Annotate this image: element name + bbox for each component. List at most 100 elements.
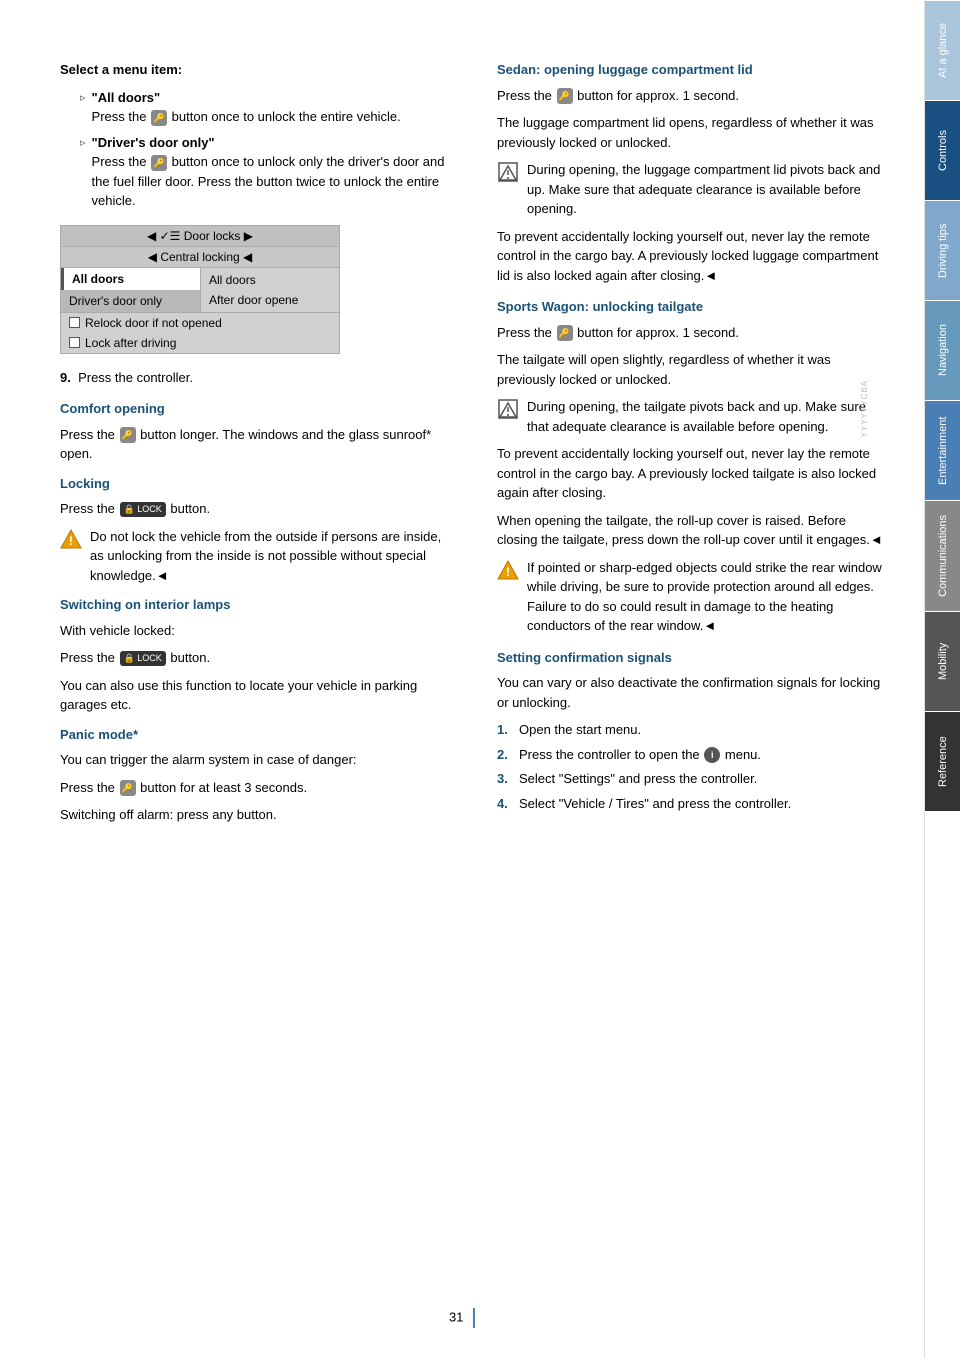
- lock-after-label: Lock after driving: [85, 336, 176, 350]
- svg-text:!: !: [506, 565, 510, 579]
- step-8-item-all-doors: ▹ "All doors" Press the 🔑 button once to…: [80, 88, 447, 127]
- menu-left-panel: All doors Driver's door only: [61, 268, 201, 312]
- arrow-icon-1: ▹: [80, 90, 86, 107]
- setting-confirmation-title: Setting confirmation signals: [497, 648, 884, 668]
- relock-checkbox[interactable]: [69, 317, 80, 328]
- menu-title-bar: ◀ ✓☰ Door locks ▶: [61, 226, 339, 247]
- key-icon-sedan: 🔑: [557, 88, 573, 104]
- right-column: Sedan: opening luggage compartment lid P…: [487, 60, 884, 833]
- step-8: Select a menu item: ▹ "All doors" Press …: [60, 60, 447, 211]
- key-icon-panic: 🔑: [120, 780, 136, 796]
- conf-step-4-num: 4.: [497, 794, 513, 814]
- menu-item-all-doors[interactable]: All doors: [61, 268, 200, 290]
- relock-label: Relock door if not opened: [85, 316, 222, 330]
- drivers-door-label: "Driver's door only": [92, 135, 215, 150]
- sports-wagon-title: Sports Wagon: unlocking tailgate: [497, 297, 884, 317]
- sedan-line3: To prevent accidentally locking yourself…: [497, 227, 884, 286]
- lock-icon-locking: 🔒 LOCK: [120, 502, 166, 518]
- sports-wagon-warning-text: If pointed or sharp-edged objects could …: [527, 558, 884, 636]
- setting-confirmation-steps: 1. Open the start menu. 2. Press the con…: [497, 720, 884, 813]
- warning-triangle-icon: !: [60, 528, 82, 550]
- step-9: 9. Press the controller.: [60, 368, 447, 388]
- conf-step-1-num: 1.: [497, 720, 513, 740]
- sidebar-tab-at-a-glance[interactable]: At a glance: [925, 0, 960, 100]
- sedan-note: During opening, the luggage compartment …: [497, 160, 884, 219]
- comfort-opening-title: Comfort opening: [60, 399, 447, 419]
- sidebar-tab-navigation[interactable]: Navigation: [925, 300, 960, 400]
- conf-step-2-text: Press the controller to open the i menu.: [519, 745, 761, 765]
- sidebar-tab-communications[interactable]: Communications: [925, 500, 960, 611]
- interior-lamps-title: Switching on interior lamps: [60, 595, 447, 615]
- locking-text: Press the 🔒 LOCK button.: [60, 499, 447, 519]
- conf-step-3: 3. Select "Settings" and press the contr…: [497, 769, 884, 789]
- menu-subtitle-bar: ◀ Central locking ◀: [61, 247, 339, 268]
- sidebar-tab-reference[interactable]: Reference: [925, 711, 960, 811]
- all-doors-label: "All doors": [92, 90, 161, 105]
- panic-mode-intro: You can trigger the alarm system in case…: [60, 750, 447, 770]
- step-8-item-drivers-door: ▹ "Driver's door only" Press the 🔑 butto…: [80, 133, 447, 211]
- locking-warning: ! Do not lock the vehicle from the outsi…: [60, 527, 447, 586]
- conf-step-4-text: Select "Vehicle / Tires" and press the c…: [519, 794, 791, 814]
- sports-wagon-section: Sports Wagon: unlocking tailgate Press t…: [497, 297, 884, 636]
- sedan-note-text: During opening, the luggage compartment …: [527, 160, 884, 219]
- sidebar: At a glance Controls Driving tips Naviga…: [924, 0, 960, 1358]
- step-8-item-all-doors-text: "All doors" Press the 🔑 button once to u…: [92, 88, 401, 127]
- locking-warning-text: Do not lock the vehicle from the outside…: [90, 527, 447, 586]
- info-triangle-icon-sedan: [497, 161, 519, 183]
- sports-wagon-line3: To prevent accidentally locking yourself…: [497, 444, 884, 503]
- lock-icon-interior: 🔒 LOCK: [120, 651, 166, 667]
- sedan-line1: Press the 🔑 button for approx. 1 second.: [497, 86, 884, 106]
- sidebar-tab-driving-tips[interactable]: Driving tips: [925, 200, 960, 300]
- panic-mode-step2: Switching off alarm: press any button.: [60, 805, 447, 825]
- sports-wagon-note: During opening, the tailgate pivots back…: [497, 397, 884, 436]
- menu-right-after-door: After door opene: [201, 290, 339, 310]
- comfort-opening-section: Comfort opening Press the 🔑 button longe…: [60, 399, 447, 464]
- sidebar-tab-mobility[interactable]: Mobility: [925, 611, 960, 711]
- step-8-number: Select a menu item:: [60, 62, 182, 77]
- setting-confirmation-section: Setting confirmation signals You can var…: [497, 648, 884, 814]
- menu-right-all-doors: All doors: [201, 270, 339, 290]
- conf-step-1: 1. Open the start menu.: [497, 720, 884, 740]
- locking-title: Locking: [60, 474, 447, 494]
- conf-step-3-num: 3.: [497, 769, 513, 789]
- sports-wagon-line4: When opening the tailgate, the roll-up c…: [497, 511, 884, 550]
- conf-step-3-text: Select "Settings" and press the controll…: [519, 769, 757, 789]
- setting-confirmation-intro: You can vary or also deactivate the conf…: [497, 673, 884, 712]
- sports-wagon-warning: ! If pointed or sharp-edged objects coul…: [497, 558, 884, 636]
- left-column: Select a menu item: ▹ "All doors" Press …: [60, 60, 457, 833]
- page-num-line: [473, 1308, 475, 1328]
- panic-mode-step1: Press the 🔑 button for at least 3 second…: [60, 778, 447, 798]
- menu-right-panel: All doors After door opene: [201, 268, 339, 312]
- arrow-icon-2: ▹: [80, 135, 86, 152]
- conf-step-2: 2. Press the controller to open the i me…: [497, 745, 884, 765]
- conf-step-4: 4. Select "Vehicle / Tires" and press th…: [497, 794, 884, 814]
- svg-text:!: !: [69, 534, 73, 548]
- lock-after-checkbox[interactable]: [69, 337, 80, 348]
- conf-step-1-text: Open the start menu.: [519, 720, 641, 740]
- sedan-title: Sedan: opening luggage compartment lid: [497, 60, 884, 80]
- interior-lamps-section: Switching on interior lamps With vehicle…: [60, 595, 447, 715]
- menu-checkbox-lock-after[interactable]: Lock after driving: [61, 333, 339, 353]
- locking-section: Locking Press the 🔒 LOCK button. ! Do no…: [60, 474, 447, 586]
- step-8-item-drivers-door-text: "Driver's door only" Press the 🔑 button …: [92, 133, 447, 211]
- menu-items-row: All doors Driver's door only All doors A…: [61, 268, 339, 313]
- sports-wagon-note-text: During opening, the tailgate pivots back…: [527, 397, 884, 436]
- unlock-key-icon-2: 🔑: [151, 155, 167, 171]
- page-num-text: 31: [449, 1309, 463, 1324]
- sidebar-tab-entertainment[interactable]: Entertainment: [925, 400, 960, 500]
- interior-lamps-step1: Press the 🔒 LOCK button.: [60, 648, 447, 668]
- sedan-section: Sedan: opening luggage compartment lid P…: [497, 60, 884, 285]
- menu-item-drivers-door[interactable]: Driver's door only: [61, 290, 200, 312]
- watermark: YYYYYYCBA: [860, 380, 869, 437]
- sedan-line2: The luggage compartment lid opens, regar…: [497, 113, 884, 152]
- i-menu-icon: i: [704, 747, 720, 763]
- sidebar-tab-controls[interactable]: Controls: [925, 100, 960, 200]
- info-triangle-icon-sports: [497, 398, 519, 420]
- menu-checkbox-relock[interactable]: Relock door if not opened: [61, 313, 339, 333]
- page-number: 31: [449, 1308, 475, 1328]
- unlock-key-icon-1: 🔑: [151, 110, 167, 126]
- sports-wagon-line2: The tailgate will open slightly, regardl…: [497, 350, 884, 389]
- comfort-opening-text: Press the 🔑 button longer. The windows a…: [60, 425, 447, 464]
- warning-triangle-icon-sports: !: [497, 559, 519, 581]
- panic-mode-title: Panic mode*: [60, 725, 447, 745]
